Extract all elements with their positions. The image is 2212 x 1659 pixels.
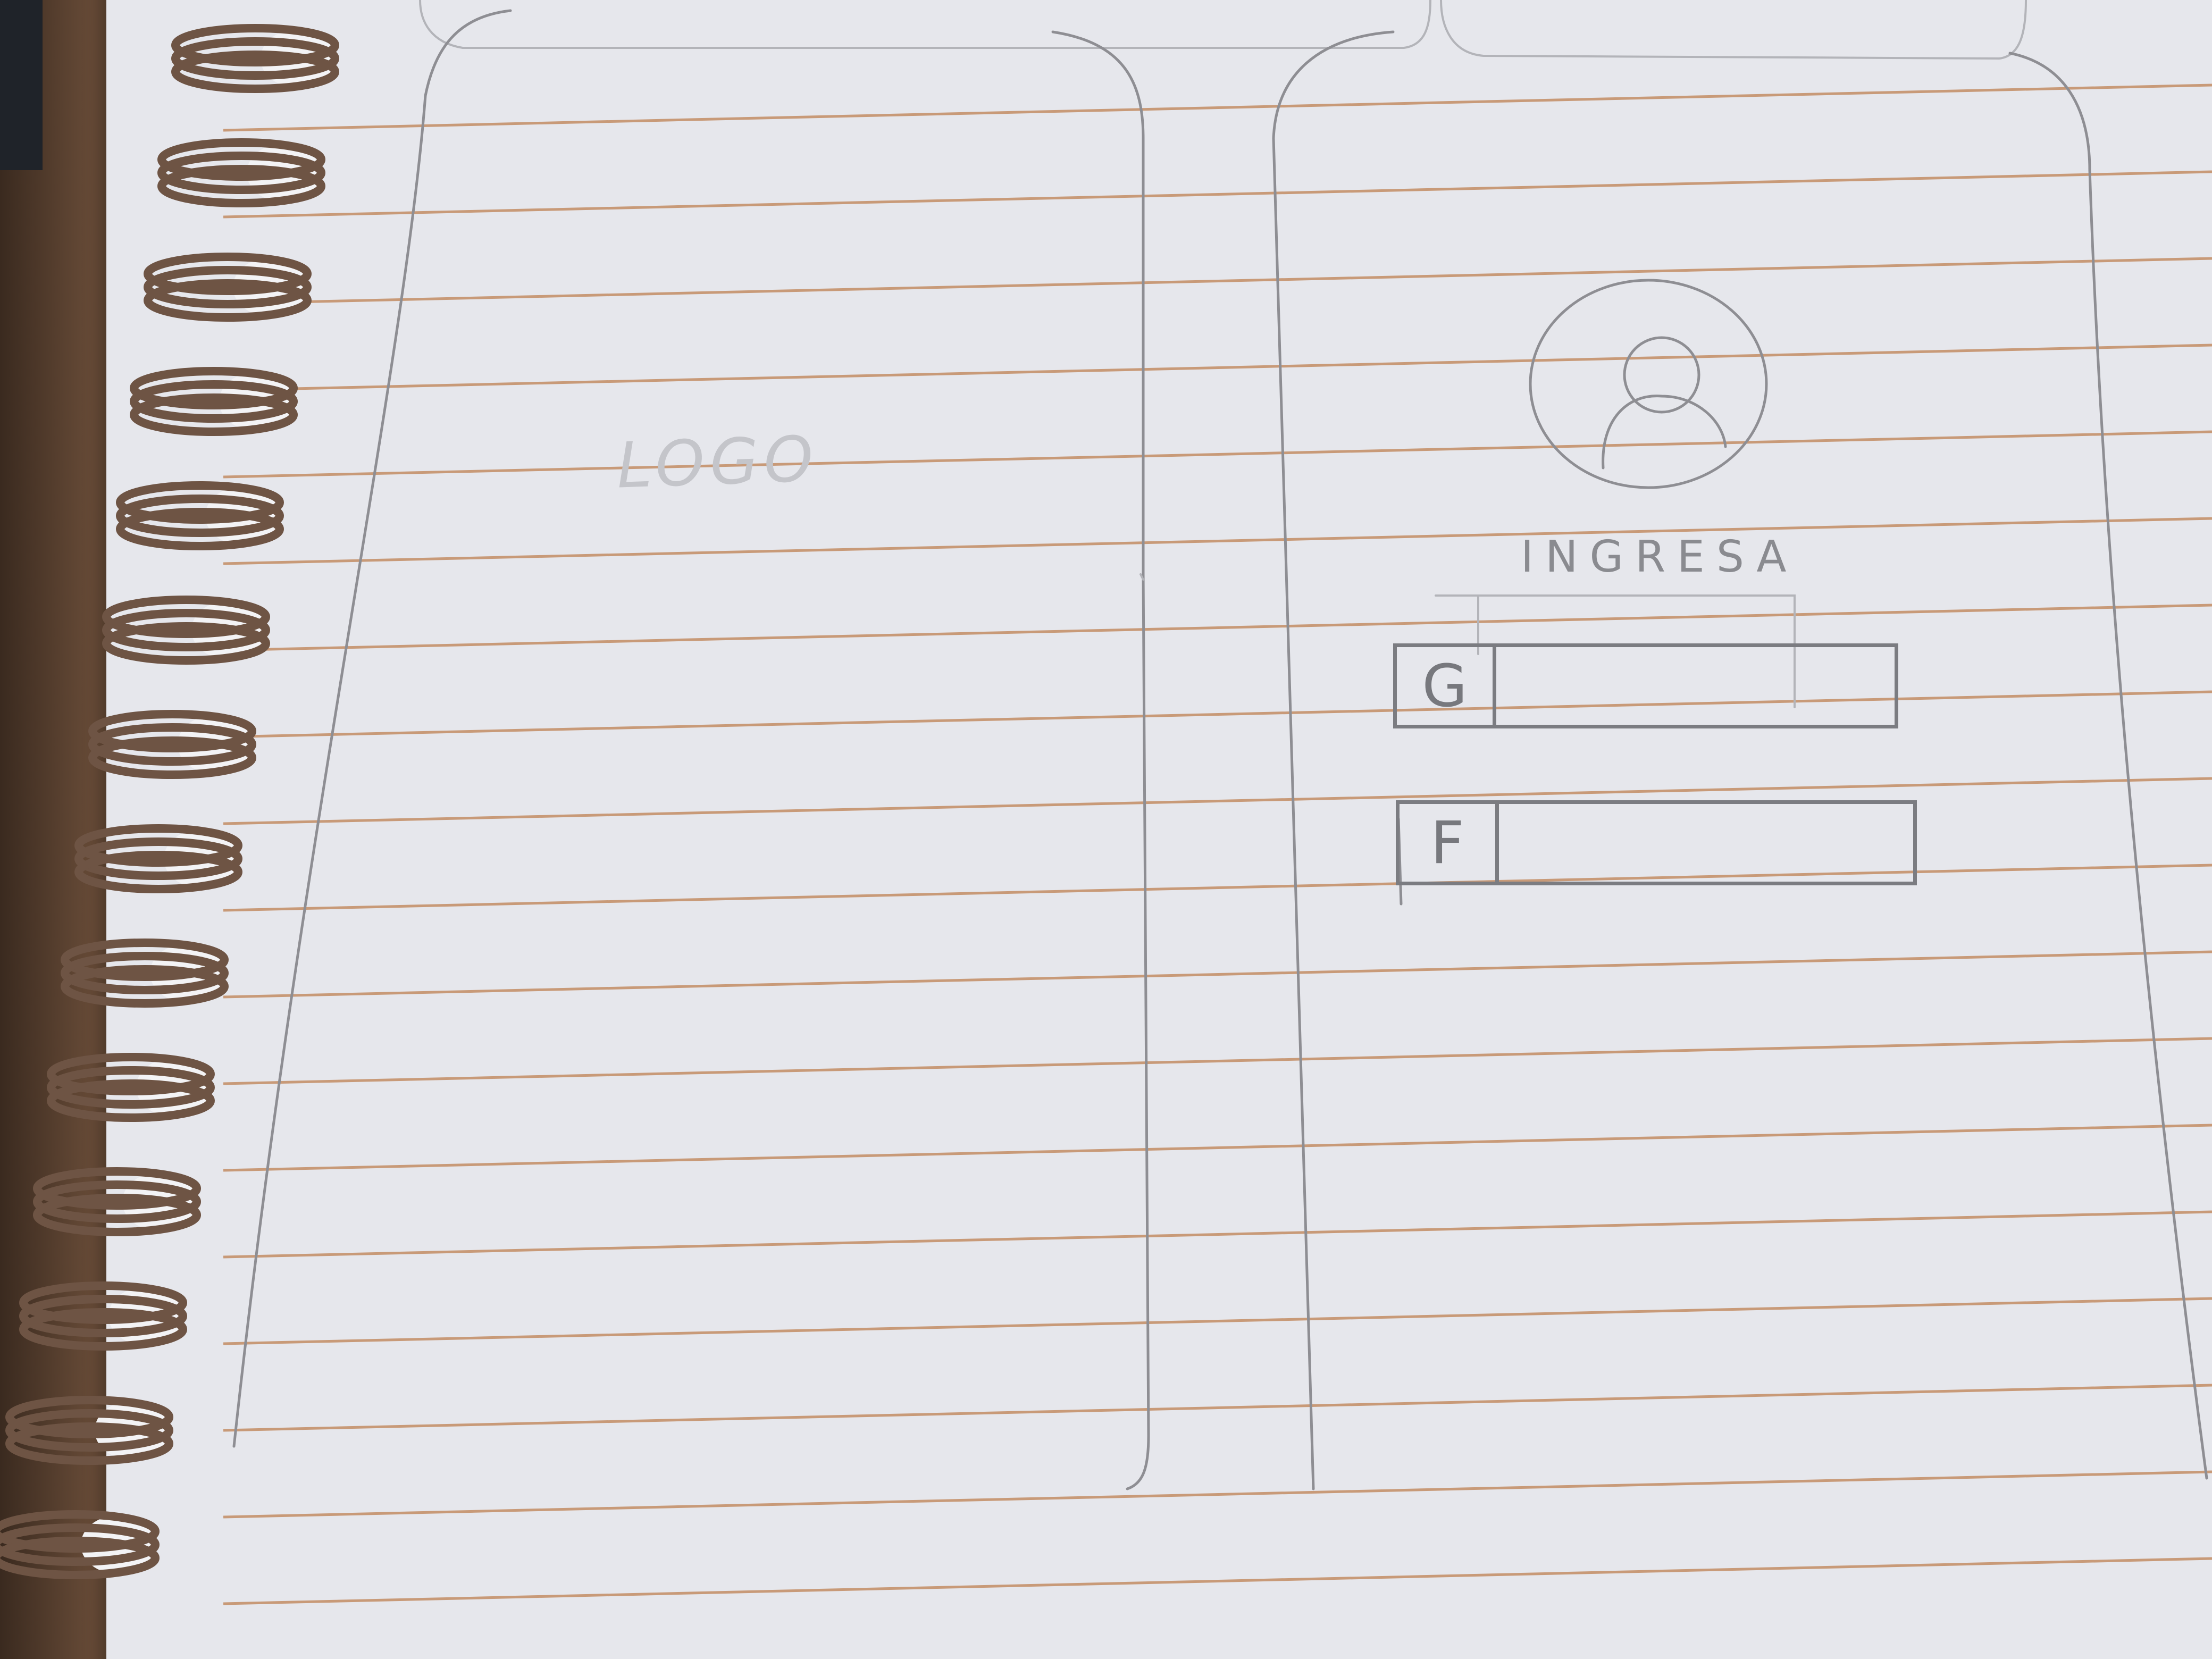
left-phone-frame bbox=[232, 9, 512, 1448]
right-phone-frame-right bbox=[2008, 52, 2208, 1480]
login-title: INGRESA bbox=[1521, 532, 1798, 582]
top-frame-right bbox=[1440, 0, 2027, 60]
left-phone-frame-right bbox=[1051, 30, 1150, 1490]
logo-placeholder: LOGO bbox=[615, 422, 820, 502]
google-login-button[interactable]: G bbox=[1393, 643, 1898, 728]
facebook-icon: F bbox=[1400, 804, 1499, 882]
facebook-login-button[interactable]: F bbox=[1396, 800, 1917, 885]
user-icon bbox=[1602, 336, 1727, 470]
right-phone-frame-left bbox=[1272, 30, 1395, 1490]
sketch-photo: LOGO INGRESA G F bbox=[0, 0, 2212, 1659]
google-icon: G bbox=[1397, 647, 1496, 725]
top-frame-left bbox=[419, 0, 1431, 49]
facebook-button-body bbox=[1499, 804, 1913, 882]
google-button-body bbox=[1496, 647, 1895, 725]
avatar-circle bbox=[1529, 279, 1768, 489]
